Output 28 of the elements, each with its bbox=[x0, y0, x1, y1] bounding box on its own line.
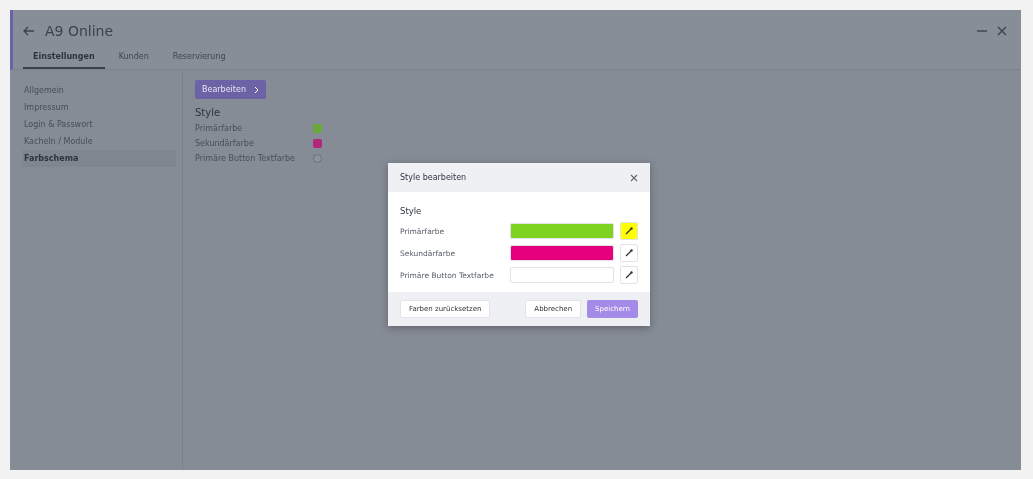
sidebar-item[interactable]: Allgemein bbox=[22, 82, 176, 99]
sidebar-item[interactable]: Impressum bbox=[22, 99, 176, 116]
window-title: A9 Online bbox=[45, 23, 114, 39]
section-heading: Style bbox=[400, 206, 423, 216]
sidebar-item[interactable]: Login & Passwort bbox=[22, 116, 176, 133]
color-field[interactable] bbox=[510, 223, 614, 239]
eyedropper-icon bbox=[625, 249, 633, 257]
eyedropper-icon bbox=[625, 271, 633, 279]
color-field[interactable] bbox=[510, 267, 614, 283]
edit-button[interactable]: Bearbeiten bbox=[195, 80, 266, 99]
section-heading: Style bbox=[195, 107, 222, 118]
color-picker-button[interactable] bbox=[620, 244, 638, 262]
tab[interactable]: Kunden bbox=[108, 48, 159, 69]
close-icon[interactable] bbox=[997, 26, 1007, 36]
color-label: Primäre Button Textfarbe bbox=[195, 154, 296, 163]
color-field[interactable] bbox=[510, 245, 614, 261]
tab[interactable]: Einstellungen bbox=[23, 48, 105, 69]
color-label: Sekundärfarbe bbox=[195, 139, 255, 148]
chevron-icon bbox=[253, 85, 259, 94]
tab[interactable]: Reservierung bbox=[162, 48, 236, 69]
color-picker-button[interactable] bbox=[620, 222, 638, 240]
color-label: Primärfarbe bbox=[195, 124, 244, 133]
sidebar-item[interactable]: Farbschema bbox=[22, 150, 176, 167]
back-arrow-icon[interactable] bbox=[23, 26, 35, 36]
close-icon[interactable] bbox=[630, 173, 638, 182]
eyedropper-icon bbox=[625, 227, 633, 235]
dialog-title: Style bearbeiten bbox=[400, 173, 467, 182]
color-picker-button[interactable] bbox=[620, 266, 638, 284]
